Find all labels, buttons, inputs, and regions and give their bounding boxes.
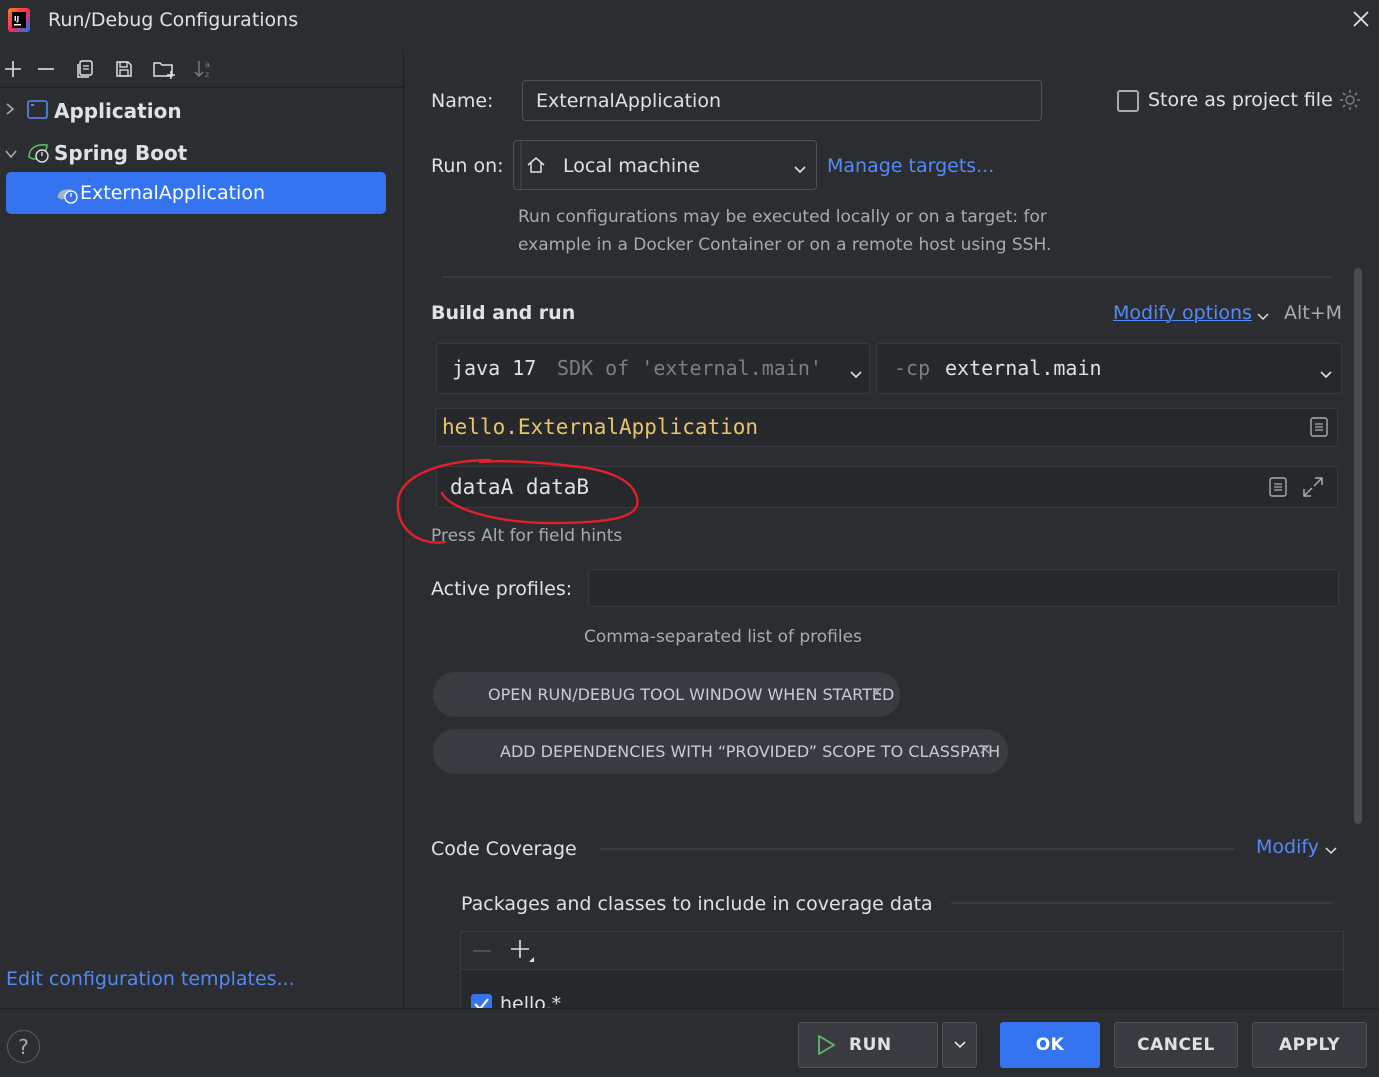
program-arguments-value: dataA dataB: [450, 475, 590, 499]
manage-targets-link[interactable]: Manage targets...: [827, 155, 994, 177]
modify-options-link[interactable]: Modify options: [1113, 302, 1252, 324]
tree-toolbar: az: [0, 55, 230, 85]
ok-button[interactable]: OK: [1000, 1022, 1100, 1068]
home-icon: [526, 155, 546, 180]
code-coverage-heading: Code Coverage: [431, 838, 577, 860]
store-as-project-checkbox[interactable]: [1117, 90, 1139, 112]
remove-icon[interactable]: [471, 940, 493, 967]
name-label: Name:: [431, 90, 494, 112]
svg-text:z: z: [205, 70, 209, 79]
section-separator: [442, 276, 1332, 278]
spring-boot-run-icon: [55, 183, 81, 210]
classpath-module-dropdown[interactable]: -cp external.main: [876, 343, 1342, 394]
main-class-field[interactable]: hello.ExternalApplication: [435, 408, 1338, 447]
build-and-run-heading: Build and run: [431, 302, 576, 324]
add-icon[interactable]: [0, 55, 26, 83]
table-row[interactable]: hello.*: [461, 970, 1343, 1009]
section-separator: [600, 848, 1234, 850]
svg-text:IJ: IJ: [14, 15, 19, 23]
modify-coverage-link[interactable]: Modify: [1256, 836, 1319, 858]
name-field[interactable]: [522, 80, 1042, 121]
tree-item-label: ExternalApplication: [80, 182, 265, 204]
run-on-label: Run on:: [431, 155, 504, 177]
active-profiles-field[interactable]: [588, 569, 1339, 607]
chevron-down-icon[interactable]: [1256, 306, 1270, 328]
dropdown-edge: [520, 141, 522, 189]
close-icon[interactable]: [1350, 7, 1372, 31]
remove-option-icon[interactable]: [871, 684, 885, 704]
run-on-hint-line1: Run configurations may be executed local…: [518, 207, 1047, 227]
run-on-dropdown[interactable]: Local machine: [513, 140, 817, 190]
window-title: Run/Debug Configurations: [48, 9, 299, 31]
footer-separator: [0, 1008, 1379, 1009]
chevron-down-icon: [849, 364, 863, 386]
jdk-version: java 17: [452, 356, 537, 380]
application-icon: [27, 100, 49, 125]
option-chip-provided-scope[interactable]: ADD DEPENDENCIES WITH “PROVIDED” SCOPE T…: [433, 729, 1008, 774]
chevron-down-icon[interactable]: [4, 144, 18, 166]
chip-label: ADD DEPENDENCIES WITH “PROVIDED” SCOPE T…: [500, 742, 1001, 761]
save-icon[interactable]: [111, 55, 137, 83]
run-on-hint-line2: example in a Docker Container or on a re…: [518, 235, 1052, 255]
run-icon: [815, 1034, 837, 1056]
cp-flag: -cp: [894, 356, 931, 380]
section-separator: [951, 902, 1332, 904]
cp-module: external.main: [945, 356, 1102, 380]
packages-heading: Packages and classes to include in cover…: [461, 893, 933, 915]
tree-item-external-application[interactable]: ExternalApplication: [6, 172, 386, 214]
run-button[interactable]: RUN: [798, 1022, 938, 1068]
new-folder-icon[interactable]: [151, 55, 177, 83]
sort-icon[interactable]: az: [191, 55, 217, 83]
jdk-module-hint: SDK of 'external.main': [557, 356, 822, 380]
chevron-down-icon[interactable]: [1324, 840, 1338, 862]
chevron-down-icon: [793, 159, 807, 181]
store-as-project-label[interactable]: Store as project file: [1148, 89, 1333, 111]
insert-macro-icon[interactable]: [1268, 475, 1288, 504]
toolbar-separator: [0, 87, 404, 88]
tree-item-application[interactable]: Application: [0, 91, 400, 129]
chip-label: OPEN RUN/DEBUG TOOL WINDOW WHEN STARTED: [488, 685, 895, 704]
chevron-down-icon: [953, 1039, 967, 1051]
chevron-down-icon: [1319, 364, 1333, 386]
help-button[interactable]: ?: [7, 1030, 40, 1063]
modify-options-shortcut: Alt+M: [1284, 302, 1343, 324]
packages-toolbar: [461, 932, 1343, 970]
tree-item-label: Spring Boot: [54, 141, 188, 165]
package-checkbox[interactable]: [471, 994, 492, 1008]
browse-class-icon[interactable]: [1309, 415, 1329, 444]
profiles-hint: Comma-separated list of profiles: [584, 627, 862, 647]
apply-button[interactable]: APPLY: [1252, 1022, 1367, 1068]
active-profiles-label: Active profiles:: [431, 578, 573, 600]
program-arguments-field[interactable]: dataA dataB: [436, 466, 1338, 508]
spring-boot-icon: [26, 140, 52, 169]
run-on-value: Local machine: [563, 155, 700, 177]
vertical-scrollbar[interactable]: [1354, 268, 1362, 824]
jdk-dropdown[interactable]: java 17 SDK of 'external.main': [436, 343, 870, 394]
run-label: RUN: [849, 1035, 892, 1055]
settings-gear-icon[interactable]: [1338, 88, 1362, 117]
coverage-packages-table: hello.*: [460, 931, 1344, 1009]
package-label: hello.*: [500, 993, 562, 1009]
option-chip-open-tool-window[interactable]: OPEN RUN/DEBUG TOOL WINDOW WHEN STARTED: [433, 672, 900, 717]
remove-option-icon[interactable]: [979, 741, 993, 761]
remove-icon[interactable]: [33, 55, 59, 83]
tree-item-spring-boot[interactable]: Spring Boot: [0, 133, 400, 171]
tree-item-label: Application: [54, 99, 182, 123]
field-hints-text: Press Alt for field hints: [431, 526, 623, 546]
run-options-dropdown[interactable]: [942, 1022, 977, 1068]
copy-icon[interactable]: [72, 55, 98, 83]
svg-text:a: a: [205, 60, 210, 69]
add-with-dropdown-icon[interactable]: [509, 938, 537, 971]
edit-templates-link[interactable]: Edit configuration templates...: [6, 968, 295, 990]
cancel-button[interactable]: CANCEL: [1114, 1022, 1238, 1068]
chevron-right-icon[interactable]: [4, 100, 16, 123]
main-class-value: hello.ExternalApplication: [442, 415, 759, 439]
expand-icon[interactable]: [1301, 475, 1325, 504]
intellij-logo-icon: IJ: [7, 7, 31, 33]
